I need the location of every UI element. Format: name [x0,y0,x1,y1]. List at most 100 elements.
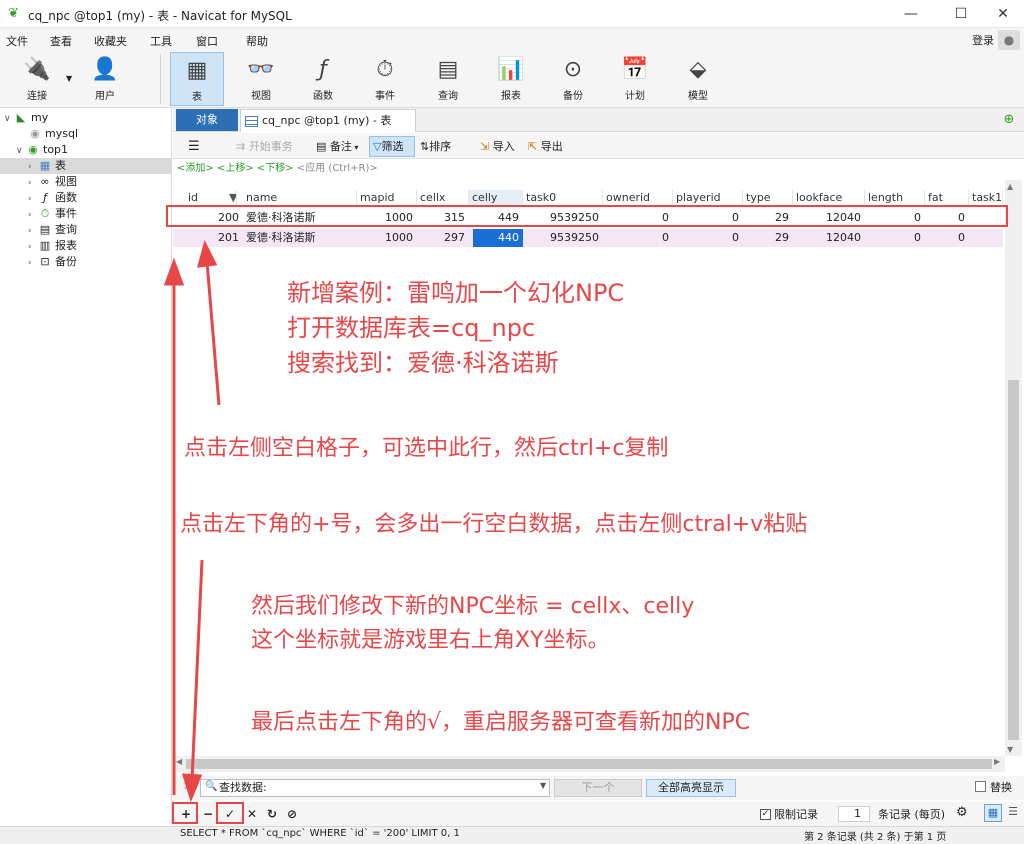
report-button[interactable]: 📊 报表 [484,52,538,106]
filter-button[interactable]: ▽筛选 [369,136,415,157]
backup-button[interactable]: ⊙ 备份 [546,52,600,106]
hint-up[interactable]: <上移> [217,163,254,174]
column-header-ownerid[interactable]: ownerid [603,190,673,206]
cell-celly-selected[interactable]: 440 [473,229,523,247]
import-button[interactable]: ⇲ 导入 [480,138,515,156]
schedule-button[interactable]: 📅 计划 [608,52,662,106]
table-button[interactable]: ▦ 表 [170,52,224,106]
table-row[interactable]: 201 爱德·科洛诺斯 1000 297 440 9539250 0 0 29 … [173,229,1003,247]
menu-favorites[interactable]: 收藏夹 [94,33,127,49]
limit-records-checkbox[interactable]: ✓ [760,809,771,820]
connect-dropdown-icon[interactable]: ▼ [66,74,72,83]
model-button[interactable]: ⬙ 模型 [671,52,725,106]
maximize-button[interactable]: ☐ [938,0,984,28]
column-header-mapid[interactable]: mapid [357,190,417,206]
chevron-right-icon[interactable]: › [28,207,38,223]
tree-item-tables[interactable]: › ▦ 表 [0,158,172,174]
chevron-right-icon[interactable]: › [28,191,38,207]
cell-type[interactable]: 29 [743,229,793,247]
menu-file[interactable]: 文件 [6,33,28,49]
sort-button[interactable]: ⇅排序 [420,138,451,156]
chevron-right-icon[interactable]: › [28,159,38,175]
cell-name[interactable]: 爱德·科洛诺斯 [243,229,357,247]
tab-objects[interactable]: 对象 [176,109,238,131]
cell-id[interactable]: 201 [185,229,243,247]
cell-fat[interactable]: 0 [925,229,969,247]
discard-changes-button[interactable]: ✕ [244,806,260,822]
tree-item-views[interactable]: › ∞ 视图 [0,174,172,190]
data-grid[interactable] [173,180,1016,755]
highlight-all-button[interactable]: 全部高亮显示 [646,779,736,797]
tree-item-reports[interactable]: › ▥ 报表 [0,238,172,254]
hint-add[interactable]: <添加> [177,163,214,174]
cell-playerid[interactable]: 0 [673,229,743,247]
tree-connection-my[interactable]: ∨ ◣ my [0,110,172,126]
menu-help[interactable]: 帮助 [246,33,268,49]
tree-db-top1[interactable]: ∨ ◉ top1 [0,142,172,158]
tree-item-backups[interactable]: › ⊡ 备份 [0,254,172,270]
chevron-down-icon[interactable]: ▼ [540,781,546,790]
column-header-id[interactable]: id ▼ [185,190,237,206]
cell-cellx[interactable]: 297 [417,229,469,247]
form-view-icon[interactable]: ☰ [1004,804,1022,822]
column-header-type[interactable]: type [743,190,793,206]
menu-window[interactable]: 窗口 [196,33,218,49]
connect-button[interactable]: 🔌 连接 [10,52,64,106]
hamburger-menu-icon[interactable]: ☰ [188,138,200,156]
column-header-celly[interactable]: celly [469,190,523,206]
grid-view-icon[interactable]: ▦ [984,804,1002,822]
menu-view[interactable]: 查看 [50,33,72,49]
tree-db-mysql[interactable]: ◉ mysql [0,126,172,142]
find-next-button[interactable]: 下一个 [554,779,642,797]
vertical-scroll-thumb[interactable] [1008,380,1019,740]
cell-lookface[interactable]: 12040 [793,229,865,247]
column-header-cellx[interactable]: cellx [417,190,469,206]
chevron-right-icon[interactable]: › [28,255,38,271]
chevron-down-icon[interactable]: ∨ [4,111,14,127]
tree-item-queries[interactable]: › ▤ 查询 [0,222,172,238]
begin-transaction-button[interactable]: ⇉ 开始事务 [236,138,293,156]
close-button[interactable]: ✕ [980,0,1024,28]
gear-icon[interactable]: ⚙ [956,805,968,820]
scroll-down-icon[interactable]: ▼ [1007,745,1013,754]
close-icon[interactable]: ✕ [183,780,192,793]
scroll-up-icon[interactable]: ▲ [1007,182,1013,191]
cell-mapid[interactable]: 1000 [357,229,417,247]
tab-cq-npc[interactable]: cq_npc @top1 (my) - 表 [240,109,416,132]
cell-task0[interactable]: 9539250 [523,229,603,247]
column-header-length[interactable]: length [865,190,925,206]
note-button[interactable]: ▤ 备注 ▾ [316,138,358,156]
hint-apply[interactable]: <应用 (Ctrl+R)> [297,163,378,174]
scroll-right-icon[interactable]: ▶ [994,757,1000,766]
login-link[interactable]: 登录 [972,32,994,48]
user-button[interactable]: 👤 用户 [78,52,132,106]
scroll-left-icon[interactable]: ◀ [176,757,182,766]
view-button[interactable]: 👓 视图 [234,52,288,106]
tree-item-functions[interactable]: › ƒ 函数 [0,190,172,206]
function-button[interactable]: ƒ 函数 [296,52,350,106]
query-button[interactable]: ▤ 查询 [421,52,475,106]
horizontal-scroll-thumb[interactable] [186,759,992,769]
column-header-playerid[interactable]: playerid [673,190,743,206]
chevron-right-icon[interactable]: › [28,223,38,239]
column-header-task1[interactable]: task1 [969,190,1003,206]
hint-down[interactable]: <下移> [257,163,294,174]
chevron-right-icon[interactable]: › [28,239,38,255]
new-tab-icon[interactable]: ⊕ [1000,111,1018,129]
replace-checkbox[interactable] [975,781,986,792]
delete-record-button[interactable]: − [200,806,216,822]
cell-length[interactable]: 0 [865,229,925,247]
chevron-down-icon[interactable]: ∨ [16,143,26,159]
tree-item-events[interactable]: › ⏱ 事件 [0,206,172,222]
account-avatar-icon[interactable]: ● [998,30,1020,50]
column-header-task0[interactable]: task0 [523,190,603,206]
refresh-icon[interactable]: ↻ [264,806,280,822]
stop-icon[interactable]: ⊘ [284,806,300,822]
column-header-name[interactable]: name [243,190,357,206]
cell-ownerid[interactable]: 0 [603,229,673,247]
event-button[interactable]: ⏱ 事件 [358,52,412,106]
menu-tools[interactable]: 工具 [150,33,172,49]
column-header-fat[interactable]: fat [925,190,969,206]
search-input[interactable]: 查找数据: [200,779,550,797]
limit-records-input[interactable]: 1 [838,806,870,822]
